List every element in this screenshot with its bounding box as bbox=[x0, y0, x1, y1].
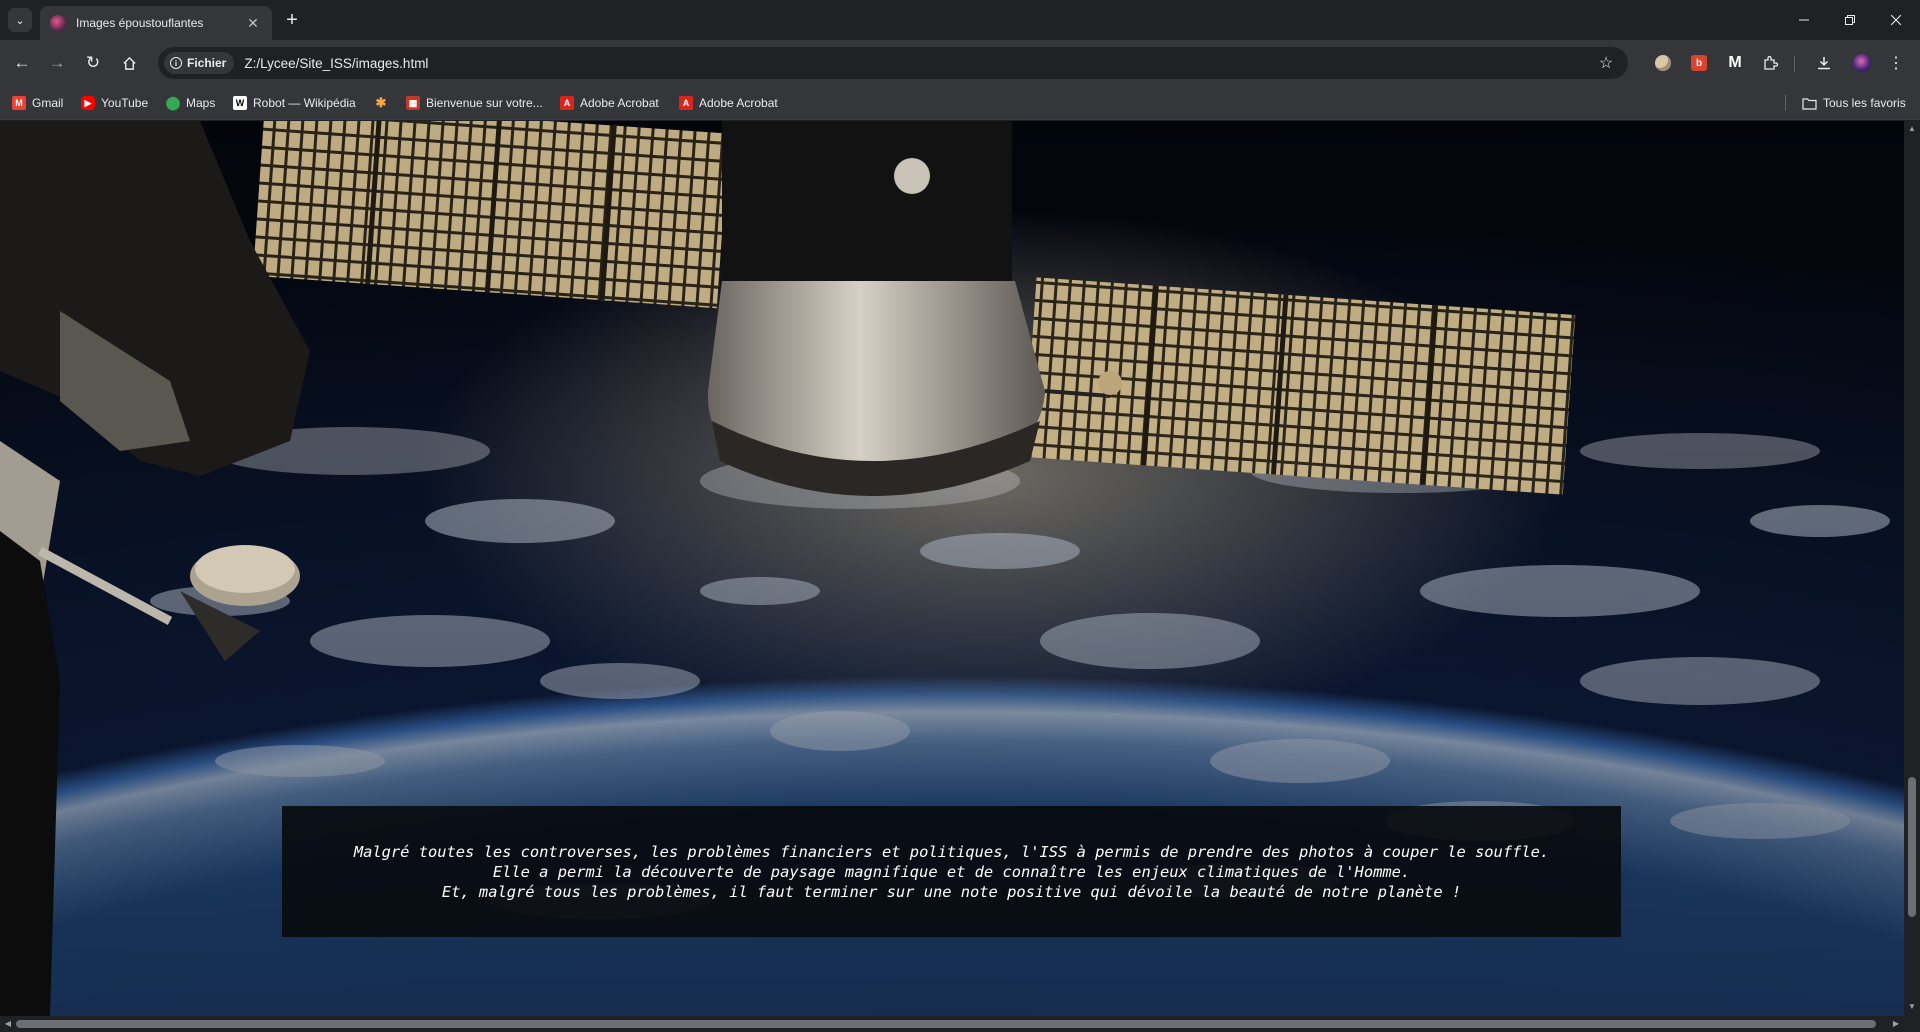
folder-icon bbox=[1802, 97, 1817, 110]
bookmark-joomla[interactable]: ✱ bbox=[374, 93, 388, 113]
reload-icon: ↻ bbox=[85, 53, 101, 72]
bookmark-youtube[interactable]: ▶ YouTube bbox=[81, 93, 148, 113]
bookmark-label: Gmail bbox=[32, 96, 64, 110]
acrobat-icon: A bbox=[560, 96, 574, 110]
bookmark-maps[interactable]: ⬤ Maps bbox=[165, 93, 216, 113]
tab-title: Images époustouflantes bbox=[76, 16, 204, 30]
m-logo-icon: M bbox=[1728, 54, 1742, 71]
tab-search-button[interactable]: ⌄ bbox=[8, 8, 32, 32]
scroll-right-icon[interactable]: ▶ bbox=[1892, 1020, 1900, 1028]
caption-line-2: Elle a permi la découverte de paysage ma… bbox=[492, 862, 1411, 881]
info-icon: i bbox=[170, 57, 182, 69]
bookmark-label: Adobe Acrobat bbox=[699, 96, 778, 110]
caption-line-3: Et, malgré tous les problèmes, il faut t… bbox=[441, 882, 1462, 901]
scroll-up-icon[interactable]: ▲ bbox=[1908, 125, 1916, 133]
extension-cookie-button[interactable] bbox=[1651, 51, 1675, 75]
bookmark-bienvenue[interactable]: ▦ Bienvenue sur votre... bbox=[406, 93, 543, 113]
address-bar[interactable]: i Fichier Z:/Lycee/Site_ISS/images.html … bbox=[158, 47, 1628, 79]
more-vert-icon: ⋮ bbox=[1888, 55, 1904, 72]
new-tab-button[interactable]: + bbox=[280, 8, 304, 32]
gmail-icon: M bbox=[12, 96, 26, 110]
bookmark-label: Adobe Acrobat bbox=[580, 96, 659, 110]
horizontal-scroll-thumb[interactable] bbox=[16, 1020, 1876, 1028]
site-info-chip[interactable]: i Fichier bbox=[164, 52, 235, 74]
forward-button[interactable]: → bbox=[43, 49, 71, 77]
bookmark-label: YouTube bbox=[101, 96, 149, 110]
bookmark-label: Robot — Wikipédia bbox=[253, 96, 356, 110]
horizontal-scrollbar[interactable]: ◀ ▶ bbox=[0, 1016, 1904, 1032]
wikipedia-icon: W bbox=[233, 96, 247, 110]
avatar bbox=[1853, 54, 1871, 72]
site-icon: ▦ bbox=[406, 96, 420, 110]
close-icon bbox=[1891, 15, 1901, 25]
profile-button[interactable] bbox=[1850, 51, 1874, 75]
maps-icon: ⬤ bbox=[165, 95, 181, 110]
menu-button[interactable]: ⋮ bbox=[1884, 51, 1908, 75]
chevron-down-icon: ⌄ bbox=[15, 14, 25, 27]
star-icon: ☆ bbox=[1598, 55, 1614, 72]
arrow-left-icon: ← bbox=[13, 53, 31, 72]
close-tab-icon[interactable]: ✕ bbox=[244, 14, 262, 32]
page-viewport: Malgré toutes les controverses, les prob… bbox=[0, 121, 1904, 1016]
plus-icon: + bbox=[286, 8, 298, 31]
bookmarks-bar: M Gmail ▶ YouTube ⬤ Maps W Robot — Wikip… bbox=[0, 86, 1920, 120]
vertical-scroll-thumb[interactable] bbox=[1908, 777, 1916, 917]
cookie-icon bbox=[1655, 55, 1671, 71]
youtube-icon: ▶ bbox=[81, 96, 95, 110]
scrollbar-corner bbox=[1904, 1016, 1920, 1032]
scroll-down-icon[interactable]: ▼ bbox=[1908, 1003, 1916, 1011]
bookmark-acrobat-2[interactable]: A Adobe Acrobat bbox=[679, 93, 778, 113]
downloads-button[interactable] bbox=[1812, 51, 1836, 75]
bookmark-gmail[interactable]: M Gmail bbox=[12, 93, 63, 113]
browser-toolbar: ← → ↻ i Fichier Z:/Lycee/Site_ISS/images… bbox=[0, 40, 1920, 86]
close-window-button[interactable] bbox=[1874, 0, 1918, 40]
extensions-button[interactable] bbox=[1759, 51, 1783, 75]
reload-button[interactable]: ↻ bbox=[79, 49, 107, 77]
all-bookmarks-button[interactable]: Tous les favoris bbox=[1802, 93, 1906, 113]
bookmark-acrobat-1[interactable]: A Adobe Acrobat bbox=[560, 93, 659, 113]
scroll-left-icon[interactable]: ◀ bbox=[4, 1020, 12, 1028]
extension-red-button[interactable]: b bbox=[1687, 51, 1711, 75]
arrow-right-icon: → bbox=[48, 53, 66, 72]
minimize-icon bbox=[1799, 19, 1809, 21]
restore-icon bbox=[1845, 15, 1855, 25]
all-bookmarks-label: Tous les favoris bbox=[1823, 96, 1906, 110]
joomla-icon: ✱ bbox=[375, 95, 387, 110]
caption-line-1: Malgré toutes les controverses, les prob… bbox=[353, 842, 1550, 861]
url-text[interactable]: Z:/Lycee/Site_ISS/images.html bbox=[244, 56, 428, 71]
scheme-label: Fichier bbox=[187, 56, 227, 70]
bookmark-wikipedia[interactable]: W Robot — Wikipédia bbox=[233, 93, 356, 113]
caption-box: Malgré toutes les controverses, les prob… bbox=[282, 806, 1621, 937]
toolbar-divider bbox=[1794, 56, 1795, 72]
extension-m-button[interactable]: M bbox=[1723, 51, 1747, 75]
bookmark-label: Bienvenue sur votre... bbox=[426, 96, 543, 110]
vertical-scrollbar[interactable]: ▲ ▼ bbox=[1904, 121, 1920, 1016]
home-button[interactable] bbox=[115, 49, 143, 77]
acrobat-icon: A bbox=[679, 96, 693, 110]
tab-favicon-icon bbox=[50, 15, 66, 31]
extension-red-icon: b bbox=[1691, 55, 1707, 71]
bookmarks-divider bbox=[1785, 95, 1786, 111]
minimize-button[interactable] bbox=[1782, 0, 1826, 40]
home-icon bbox=[122, 56, 136, 70]
tab-strip: ⌄ Images époustouflantes ✕ + bbox=[0, 0, 1920, 40]
puzzle-icon bbox=[1764, 55, 1779, 70]
restore-button[interactable] bbox=[1828, 0, 1872, 40]
bookmark-star-button[interactable]: ☆ bbox=[1594, 51, 1618, 75]
bookmark-label: Maps bbox=[186, 96, 216, 110]
download-icon bbox=[1818, 57, 1830, 70]
active-tab[interactable]: Images époustouflantes ✕ bbox=[40, 6, 272, 40]
back-button[interactable]: ← bbox=[8, 49, 36, 77]
